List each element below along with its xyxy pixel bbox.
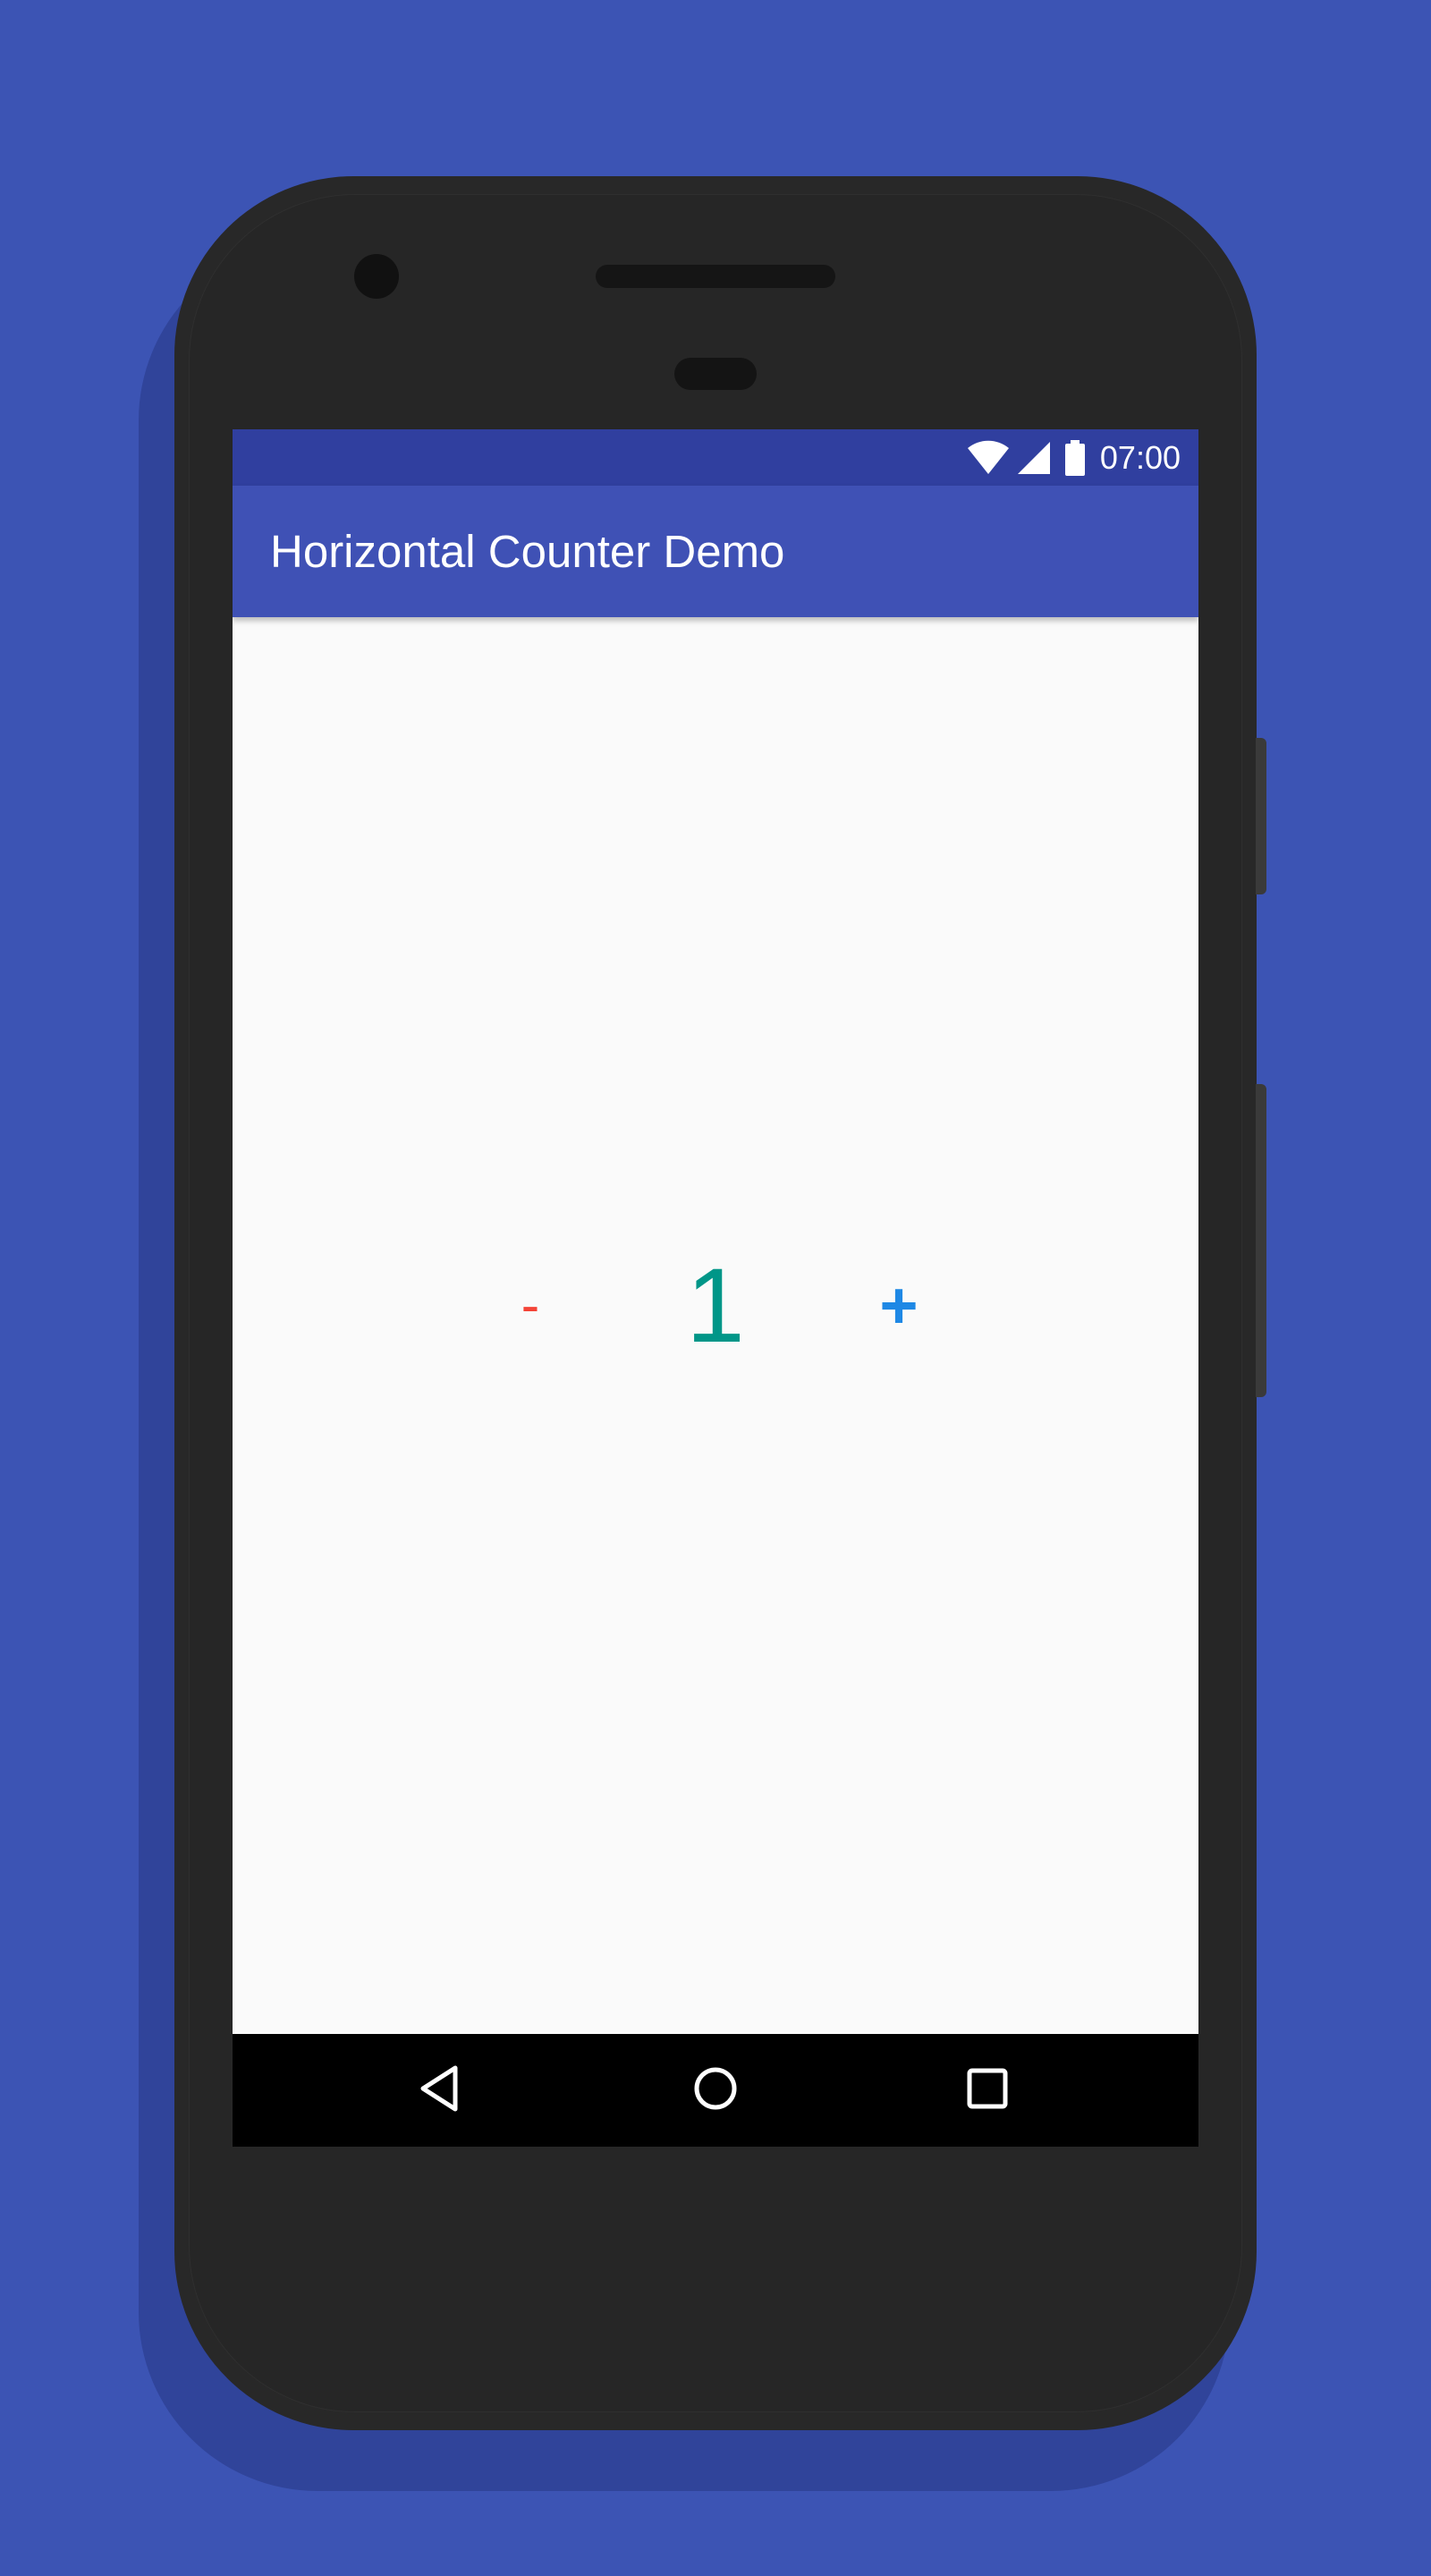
- navigation-bar: [233, 2034, 1198, 2147]
- proximity-sensor: [674, 358, 757, 390]
- status-bar: 07:00: [233, 429, 1198, 486]
- recents-icon: [967, 2068, 1008, 2114]
- counter-value: 1: [686, 1247, 745, 1365]
- earpiece-speaker: [596, 265, 835, 288]
- status-time: 07:00: [1099, 438, 1181, 476]
- home-icon: [693, 2066, 738, 2115]
- decrement-button[interactable]: -: [486, 1252, 575, 1360]
- phone-side-button-long: [1256, 1084, 1266, 1397]
- back-button[interactable]: [385, 2034, 493, 2147]
- status-icons: 07:00: [966, 429, 1181, 486]
- home-button[interactable]: [662, 2034, 769, 2147]
- increment-button[interactable]: +: [854, 1252, 944, 1360]
- phone-side-button: [1256, 738, 1266, 894]
- device-screen: 07:00 Horizontal Counter Demo - 1 +: [233, 429, 1198, 2147]
- wifi-icon: [966, 440, 1011, 476]
- horizontal-counter: - 1 +: [233, 1234, 1198, 1377]
- app-title: Horizontal Counter Demo: [270, 526, 785, 577]
- app-bar: Horizontal Counter Demo: [233, 486, 1198, 617]
- cell-signal-icon: [1016, 440, 1052, 476]
- back-icon: [418, 2064, 461, 2117]
- main-content: - 1 +: [233, 617, 1198, 2034]
- battery-icon: [1064, 439, 1086, 476]
- recents-button[interactable]: [934, 2034, 1041, 2147]
- front-camera: [354, 254, 399, 299]
